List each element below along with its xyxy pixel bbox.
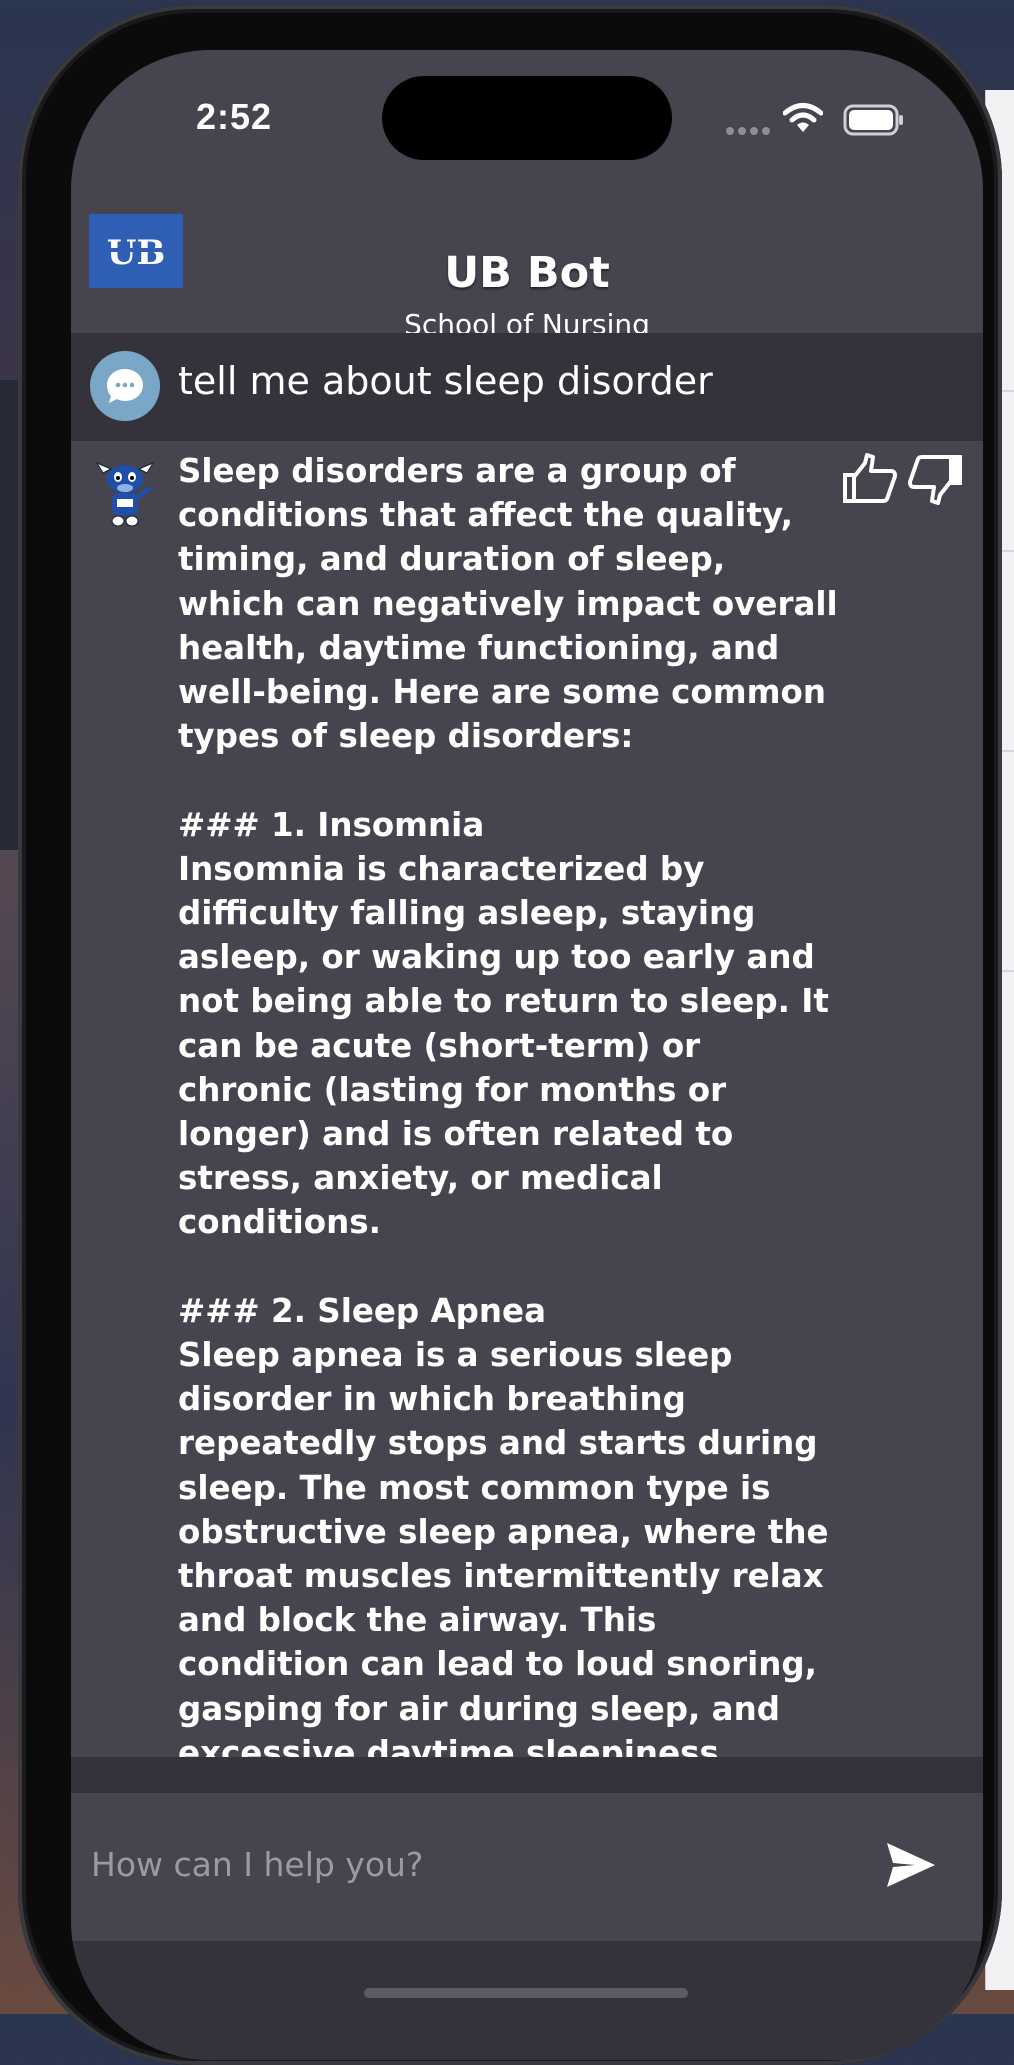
user-message-text: tell me about sleep disorder [178,359,713,403]
user-message-row: tell me about sleep disorder [71,333,983,441]
header-title: UB Bot [444,248,610,298]
composer-separator [71,1757,983,1793]
battery-icon [843,104,903,136]
wifi-icon [783,103,823,132]
dynamic-island [382,76,672,160]
message-composer [71,1793,983,1941]
user-avatar [90,351,160,421]
status-bar: 2:52 [71,50,983,200]
bot-message-text: Sleep disorders are a group of condition… [178,452,838,1757]
send-icon[interactable] [881,1837,941,1893]
background-window-left [0,380,18,850]
chat-bubble-icon [107,369,143,403]
bull-mascot-icon [95,461,155,527]
app-screen: 2:52 UB UB Bot School of Nursing tell me… [71,50,983,2060]
home-area [71,1941,983,2060]
app-header: UB UB Bot School of Nursing [71,200,983,341]
message-input[interactable] [89,1833,853,1895]
cellular-signal-icon [726,120,774,139]
thumbs-down-icon[interactable] [907,451,965,507]
thumbs-up-icon[interactable] [841,451,899,507]
home-indicator[interactable] [364,1988,688,1998]
phone-frame: 2:52 UB UB Bot School of Nursing tell me… [18,5,1002,2065]
status-clock: 2:52 [196,96,273,137]
bot-message-row: Sleep disorders are a group of condition… [71,441,983,1757]
